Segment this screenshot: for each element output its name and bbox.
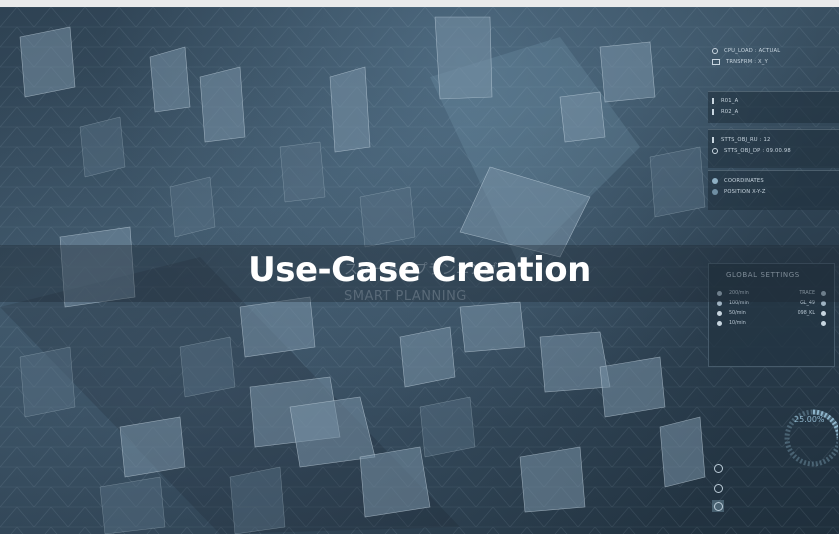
hud-route-panel: R01_A R02_A	[708, 91, 839, 123]
option-label: 098_KL	[797, 310, 815, 316]
radio-dot-icon[interactable]	[717, 320, 722, 326]
global-settings-row[interactable]: 10/min	[717, 319, 826, 327]
rate-label: 10/min	[729, 320, 746, 326]
hud-r01: R01_A	[721, 97, 739, 104]
rotate-button[interactable]	[712, 500, 724, 512]
rate-label: 50/min	[729, 310, 746, 316]
hud-coordinates: COORDINATES	[724, 177, 764, 184]
hud-stts-ru: STTS_OBJ_RU : 12	[721, 136, 771, 143]
circle-icon	[712, 147, 718, 154]
zoom-out-button[interactable]	[712, 482, 724, 494]
hud-row-transform: TRNSFRM : X_Y	[708, 56, 839, 67]
coordinates-dot-icon	[712, 177, 718, 184]
hud-status-top: CPU_LOAD : ACTUAL TRNSFRM : X_Y	[708, 45, 839, 67]
hud-coordinates-panel: COORDINATES POSITION X-Y-Z	[708, 170, 839, 210]
radio-dot-icon[interactable]	[821, 310, 826, 316]
rotate-icon	[713, 501, 723, 511]
sync-icon	[712, 47, 718, 54]
global-settings-row[interactable]: 50/min 098_KL	[717, 309, 826, 317]
hud-position: POSITION X-Y-Z	[724, 188, 766, 195]
slide-title: Use-Case Creation	[248, 250, 591, 290]
hud-stats-panel: STTS_OBJ_RU : 12 STTS_OBJ_DP : 09.00.98	[708, 129, 839, 168]
radio-dot-icon[interactable]	[821, 320, 826, 326]
hud-cpu-load: CPU_LOAD : ACTUAL	[724, 47, 781, 54]
circle-icon	[713, 483, 723, 493]
hud-r02: R02_A	[721, 108, 739, 115]
position-dot-icon	[712, 188, 718, 195]
hud-stts-dp: STTS_OBJ_DP : 09.00.98	[724, 147, 791, 154]
gauge-ring-icon	[784, 409, 838, 467]
gauge-percent: 25.00%	[794, 415, 825, 424]
hud-transform: TRNSFRM : X_Y	[726, 58, 768, 65]
bar-icon	[712, 97, 714, 104]
frame-icon	[712, 58, 720, 65]
radio-dot-icon[interactable]	[717, 310, 722, 316]
top-margin	[0, 0, 839, 7]
zoom-in-button[interactable]	[712, 462, 724, 474]
hud-row-cpu: CPU_LOAD : ACTUAL	[708, 45, 839, 56]
circle-icon	[713, 463, 723, 473]
bar-icon	[712, 108, 714, 115]
bar-icon	[712, 136, 714, 143]
